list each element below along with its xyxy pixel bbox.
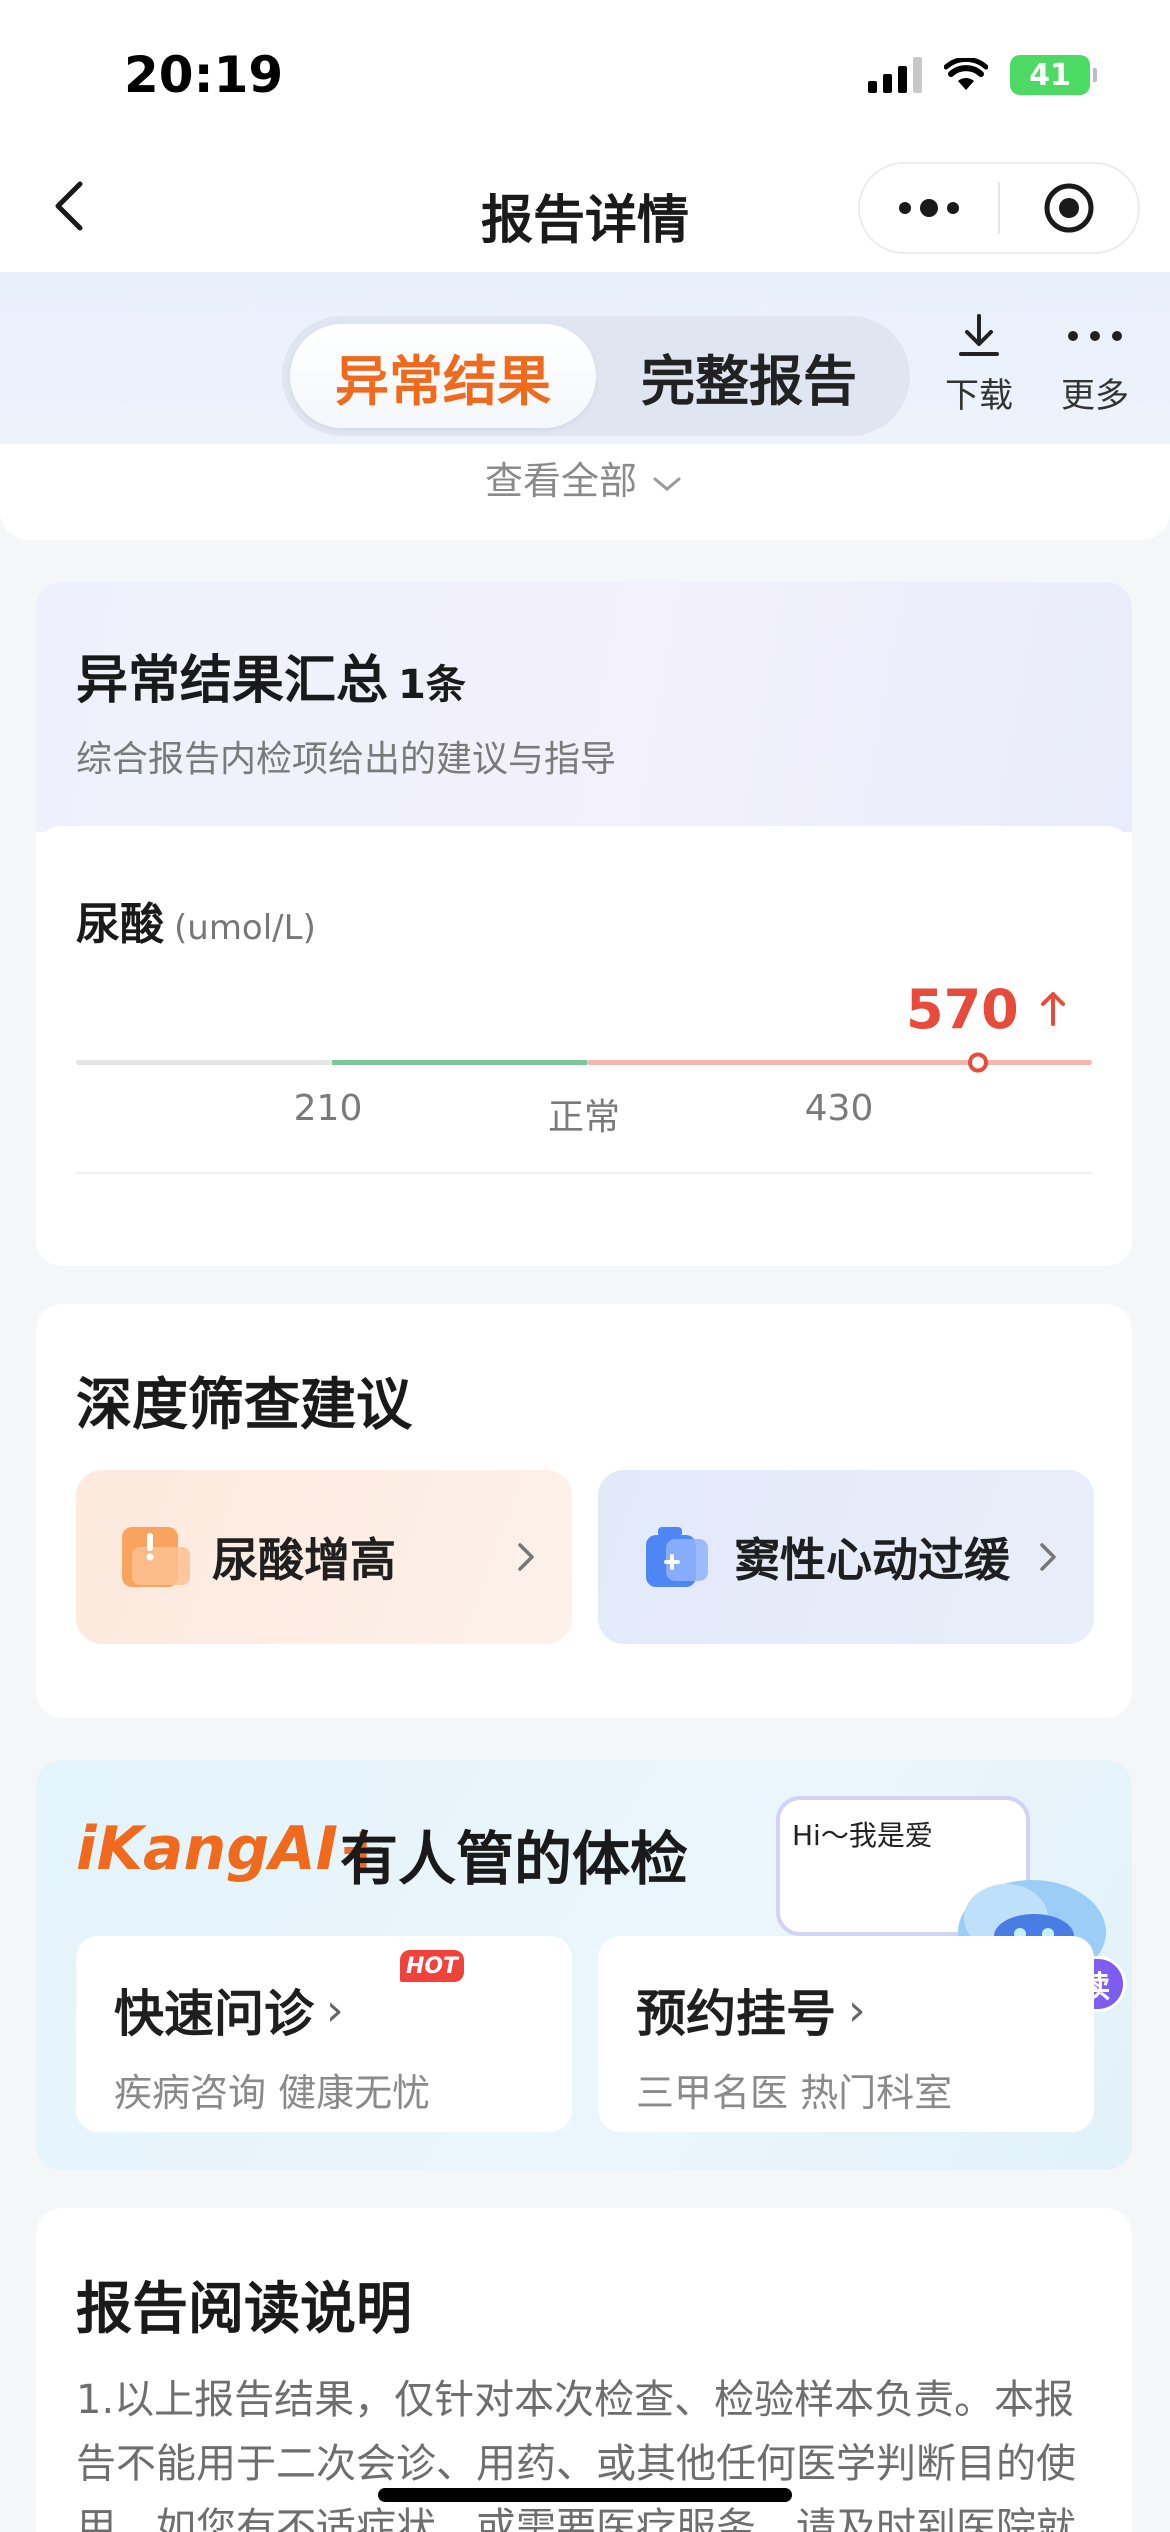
notes-text: 1.以上报告结果，仅针对本次检查、检验样本负责。本报告不能用于二次会诊、用药、或… xyxy=(76,2377,1076,2532)
status-icons: 41 xyxy=(868,55,1097,95)
hot-badge: HOT xyxy=(400,1950,464,1982)
chevron-right-icon xyxy=(518,1543,534,1571)
range-bar xyxy=(76,1052,1092,1073)
uric-acid-item[interactable]: 尿酸 (umol/L) 570 210 正常 430 xyxy=(36,826,1132,1266)
report-tab-header: 异常结果 完整报告 下载 更多 xyxy=(0,272,1170,444)
deep-item-sinus-bradycardia[interactable]: 窦性心动过缓 xyxy=(598,1470,1094,1644)
mini-program-capsule xyxy=(858,162,1140,254)
appointment-card[interactable]: 预约挂号 › 三甲名医 热门科室 xyxy=(598,1936,1094,2132)
notes-title: 报告阅读说明 xyxy=(76,2277,412,2342)
service-subtitle: 三甲名医 热门科室 xyxy=(636,2071,953,2115)
status-time: 20:19 xyxy=(124,46,284,104)
more-label: 更多 xyxy=(1061,376,1129,416)
uric-acid-icon xyxy=(122,1527,190,1587)
report-notes-card: 报告阅读说明 1.以上报告结果，仅针对本次检查、检验样本负责。本报告不能用于二次… xyxy=(36,2208,1132,2532)
status-bar: 20:19 41 xyxy=(0,0,1170,150)
nav-bar: 报告详情 xyxy=(0,150,1170,272)
view-all-label: 查看全部 xyxy=(484,459,637,503)
summary-title: 异常结果汇总 1条 xyxy=(76,638,466,713)
more-icon xyxy=(1068,331,1122,341)
summary-subtitle: 综合报告内检项给出的建议与指导 xyxy=(76,739,617,780)
download-button[interactable]: 下载 xyxy=(934,312,1024,417)
view-all-button[interactable]: 查看全部 xyxy=(0,450,1170,505)
value-marker xyxy=(968,1052,988,1073)
service-title: 快速问诊 › xyxy=(114,1974,534,2046)
deep-item-uric-acid[interactable]: 尿酸增高 xyxy=(76,1470,572,1644)
divider xyxy=(76,1172,1092,1174)
ikang-tagline: 有人管的体检 xyxy=(340,1825,689,1893)
tab-full-report[interactable]: 完整报告 xyxy=(596,324,902,428)
range-high-label: 430 xyxy=(804,1088,874,1129)
deep-item-label: 尿酸增高 xyxy=(212,1533,396,1587)
report-segmented-control: 异常结果 完整报告 xyxy=(282,316,910,436)
chevron-right-icon: › xyxy=(848,1984,866,2036)
target-close-icon xyxy=(1044,183,1094,233)
wifi-icon xyxy=(944,58,988,90)
chevron-right-icon xyxy=(1040,1543,1056,1571)
summary-count: 1条 xyxy=(398,662,466,708)
range-normal-label: 正常 xyxy=(547,1097,621,1138)
range-low-segment xyxy=(76,1060,332,1065)
chevron-down-icon xyxy=(653,477,681,491)
home-indicator xyxy=(378,2488,792,2502)
range-high-segment xyxy=(587,1060,1092,1065)
tab-abnormal-results[interactable]: 异常结果 xyxy=(290,324,596,428)
deep-screening-card: 深度筛查建议 尿酸增高 窦性心动过缓 xyxy=(36,1304,1132,1718)
deep-item-label: 窦性心动过缓 xyxy=(734,1533,1010,1587)
battery-icon: 41 xyxy=(1010,55,1097,95)
cellular-signal-icon xyxy=(868,57,922,93)
download-icon xyxy=(959,314,999,356)
abnormal-summary-card: 异常结果汇总 1条 综合报告内检项给出的建议与指导 尿酸 (umol/L) 570 … xyxy=(36,582,1132,1266)
range-normal-segment xyxy=(332,1060,587,1065)
view-all-panel: 查看全部 xyxy=(0,444,1170,540)
service-title-text: 快速问诊 xyxy=(114,1985,314,2043)
service-subtitle: 疾病咨询 健康无忧 xyxy=(114,2071,431,2115)
service-title-text: 预约挂号 xyxy=(636,1985,836,2043)
chevron-right-icon: › xyxy=(326,1984,344,2036)
more-button[interactable]: 更多 xyxy=(1050,312,1140,417)
range-low-label: 210 xyxy=(293,1088,363,1129)
medical-kit-icon xyxy=(646,1527,708,1587)
summary-header: 异常结果汇总 1条 综合报告内检项给出的建议与指导 xyxy=(36,582,1132,832)
capsule-close-button[interactable] xyxy=(1000,164,1138,252)
capsule-more-button[interactable] xyxy=(860,164,998,252)
download-label: 下载 xyxy=(945,376,1013,416)
summary-title-text: 异常结果汇总 xyxy=(76,651,389,711)
service-title: 预约挂号 › xyxy=(636,1974,1056,2046)
more-dots-icon xyxy=(899,199,959,217)
deep-screening-title: 深度筛查建议 xyxy=(76,1373,412,1438)
ikang-ai-card: iKangAI+ 有人管的体检 Hi～我是爱 AI报告解读 快速问诊› 疾病咨询… xyxy=(36,1760,1132,2170)
quick-consult-card[interactable]: 快速问诊 › 疾病咨询 健康无忧 HOT xyxy=(76,1936,572,2132)
